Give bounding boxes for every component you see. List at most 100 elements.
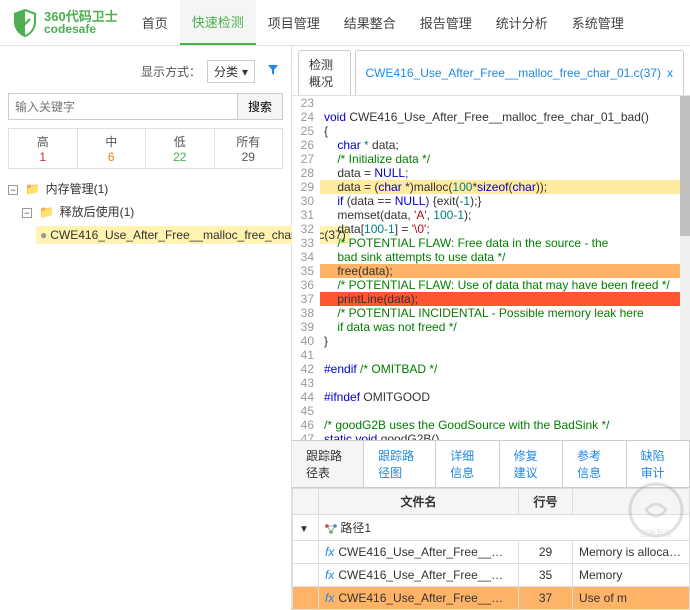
right-panel: 检测概况 CWE416_Use_After_Free__malloc_free_… — [292, 46, 690, 610]
code-line: 27 /* Initialize data */ — [292, 152, 690, 166]
folder-icon: 📁 — [39, 205, 54, 219]
line-number: 36 — [292, 278, 320, 292]
nav-bar: 首页快速检测项目管理结果整合报告管理统计分析系统管理 — [130, 0, 636, 45]
tree-toggle-icon[interactable]: − — [8, 185, 18, 195]
line-number: 32 — [292, 222, 320, 236]
code-line: 24void CWE416_Use_After_Free__malloc_fre… — [292, 110, 690, 124]
table-header: 文件名 — [319, 489, 519, 515]
code-line: 40} — [292, 334, 690, 348]
shield-icon — [12, 8, 38, 38]
nav-item-6[interactable]: 系统管理 — [560, 0, 636, 45]
code-line: 41 — [292, 348, 690, 362]
code-line: 37 printLine(data); — [292, 292, 690, 306]
stat-cell[interactable]: 所有29 — [215, 129, 283, 168]
line-number: 28 — [292, 166, 320, 180]
chevron-down-icon: ▾ — [242, 65, 248, 79]
nav-item-5[interactable]: 统计分析 — [484, 0, 560, 45]
bottom-tab-5[interactable]: 缺陷审计 — [627, 441, 690, 487]
table-header: 行号 — [519, 489, 573, 515]
code-line: 31 memset(data, 'A', 100-1); — [292, 208, 690, 222]
trace-path-row[interactable]: ▼ 路径1 — [293, 515, 690, 541]
line-number: 39 — [292, 320, 320, 334]
bottom-tab-3[interactable]: 修复建议 — [500, 441, 563, 487]
dot-icon: ● — [40, 228, 47, 242]
bottom-tab-2[interactable]: 详细信息 — [436, 441, 499, 487]
nav-item-0[interactable]: 首页 — [130, 0, 180, 45]
line-number: 31 — [292, 208, 320, 222]
code-line: 36 /* POTENTIAL FLAW: Use of data that m… — [292, 278, 690, 292]
trace-table: 文件名行号 ▼ 路径1fxCWE416_Use_After_Free__mall… — [292, 488, 690, 610]
tree-toggle-icon[interactable]: − — [22, 208, 32, 218]
severity-stats: 高1中6低22所有29 — [8, 128, 283, 169]
bottom-tab-4[interactable]: 参考信息 — [563, 441, 626, 487]
code-line: 39 if data was not freed */ — [292, 320, 690, 334]
code-line: 23 — [292, 96, 690, 110]
trace-row[interactable]: fxCWE416_Use_After_Free__malloc_fre...35… — [293, 564, 690, 587]
code-line: 33 /* POTENTIAL FLAW: Free data in the s… — [292, 236, 690, 250]
nav-item-4[interactable]: 报告管理 — [408, 0, 484, 45]
bottom-tab-1[interactable]: 跟踪路径图 — [364, 441, 436, 487]
tree-root[interactable]: 内存管理(1) — [46, 182, 109, 196]
line-number: 27 — [292, 152, 320, 166]
table-header — [573, 489, 690, 515]
bottom-tab-0[interactable]: 跟踪路径表 — [292, 441, 364, 487]
line-number: 23 — [292, 96, 320, 110]
code-line: 26 char * data; — [292, 138, 690, 152]
code-line: 29 data = (char *)malloc(100*sizeof(char… — [292, 180, 690, 194]
line-number: 40 — [292, 334, 320, 348]
line-number: 26 — [292, 138, 320, 152]
close-icon[interactable]: x — [667, 66, 673, 80]
line-number: 44 — [292, 390, 320, 404]
filter-icon[interactable] — [267, 64, 279, 79]
line-number: 41 — [292, 348, 320, 362]
search-input[interactable] — [8, 93, 237, 120]
tree-child[interactable]: 释放后使用(1) — [60, 205, 135, 219]
tab-file[interactable]: CWE416_Use_After_Free__malloc_free_char_… — [355, 50, 684, 95]
bottom-tabs: 跟踪路径表跟踪路径图详细信息修复建议参考信息缺陷审计 — [292, 440, 690, 488]
code-line: 42#endif /* OMITBAD */ — [292, 362, 690, 376]
trace-row[interactable]: fxCWE416_Use_After_Free__malloc_fre...37… — [293, 587, 690, 610]
code-line: 35 free(data); — [292, 264, 690, 278]
trace-row[interactable]: fxCWE416_Use_After_Free__malloc_fre...29… — [293, 541, 690, 564]
code-line: 47static void goodG2B() — [292, 432, 690, 440]
left-panel: 显示方式： 分类 ▾ 搜索 高1中6低22所有29 − 📁 内存管理(1) − … — [0, 46, 292, 610]
code-line: 25{ — [292, 124, 690, 138]
fx-icon: fx — [325, 591, 334, 605]
line-number: 38 — [292, 306, 320, 320]
line-number: 30 — [292, 194, 320, 208]
tab-overview[interactable]: 检测概况 — [298, 50, 351, 95]
path-icon — [325, 521, 337, 535]
table-header — [293, 489, 319, 515]
code-line: 43 — [292, 376, 690, 390]
line-number: 46 — [292, 418, 320, 432]
code-line: 32 data[100-1] = '\0'; — [292, 222, 690, 236]
code-line: 28 data = NULL; — [292, 166, 690, 180]
line-number: 34 — [292, 250, 320, 264]
fx-icon: fx — [325, 545, 334, 559]
nav-item-1[interactable]: 快速检测 — [180, 0, 256, 45]
nav-item-3[interactable]: 结果整合 — [332, 0, 408, 45]
file-tabs: 检测概况 CWE416_Use_After_Free__malloc_free_… — [292, 46, 690, 96]
logo: 360代码卫士 codesafe — [0, 8, 130, 38]
search-button[interactable]: 搜索 — [237, 93, 283, 120]
stat-cell[interactable]: 低22 — [146, 129, 215, 168]
line-number: 35 — [292, 264, 320, 278]
display-mode-select[interactable]: 分类 ▾ — [207, 60, 255, 83]
stat-cell[interactable]: 中6 — [78, 129, 147, 168]
stat-cell[interactable]: 高1 — [9, 129, 78, 168]
line-number: 29 — [292, 180, 320, 194]
nav-item-2[interactable]: 项目管理 — [256, 0, 332, 45]
fx-icon: fx — [325, 568, 334, 582]
folder-icon: 📁 — [25, 182, 40, 196]
trace-panel: 文件名行号 ▼ 路径1fxCWE416_Use_After_Free__mall… — [292, 488, 690, 610]
code-editor[interactable]: 2324void CWE416_Use_After_Free__malloc_f… — [292, 96, 690, 440]
header: 360代码卫士 codesafe 首页快速检测项目管理结果整合报告管理统计分析系… — [0, 0, 690, 46]
code-line: 34 bad sink attempts to use data */ — [292, 250, 690, 264]
caret-down-icon: ▼ — [299, 524, 309, 535]
display-mode-label: 显示方式： — [141, 63, 201, 80]
line-number: 25 — [292, 124, 320, 138]
code-line: 46/* goodG2B uses the GoodSource with th… — [292, 418, 690, 432]
line-number: 47 — [292, 432, 320, 440]
code-line: 45 — [292, 404, 690, 418]
line-number: 37 — [292, 292, 320, 306]
